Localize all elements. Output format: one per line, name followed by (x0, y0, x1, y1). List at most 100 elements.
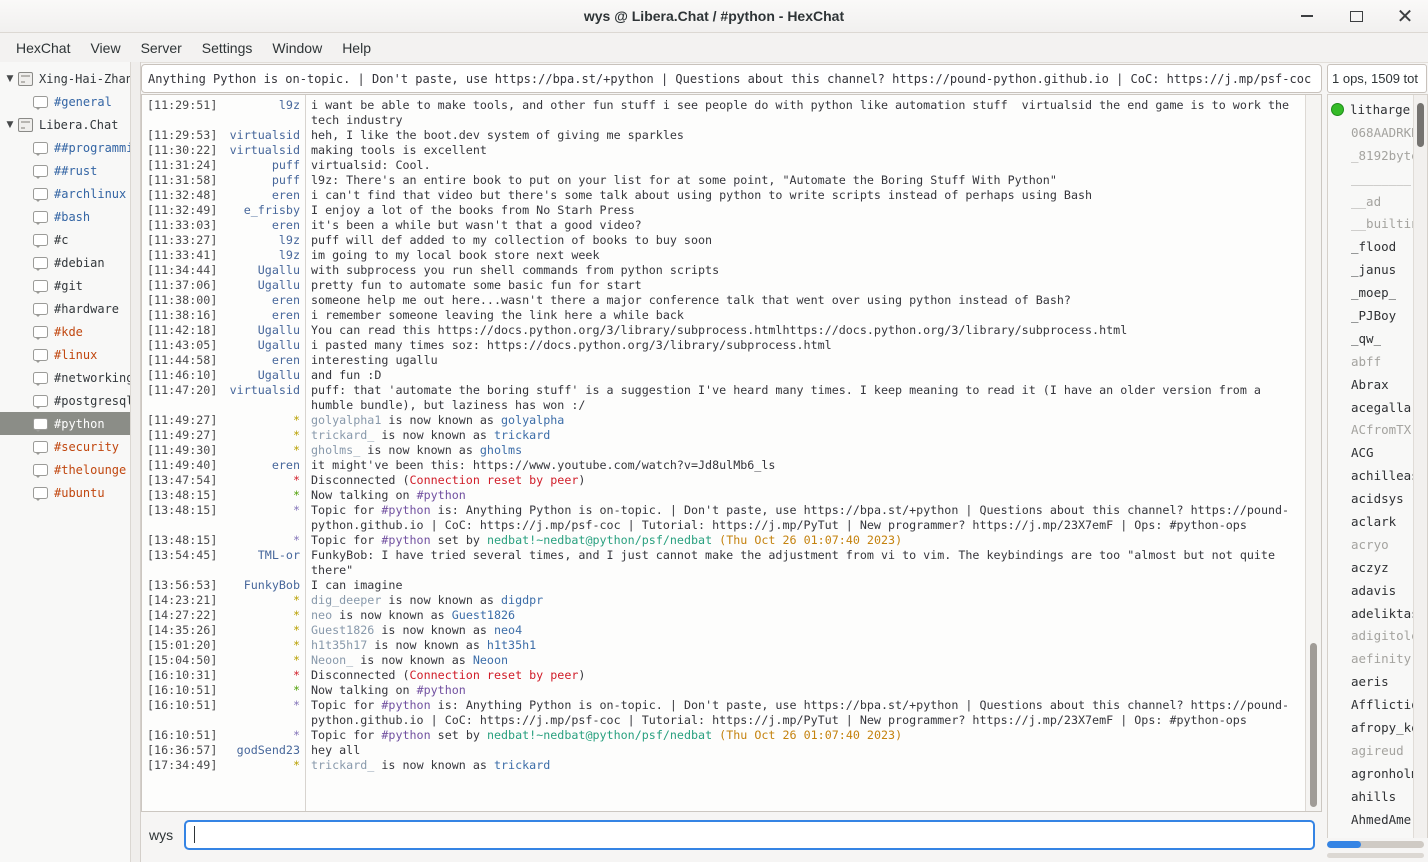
chat-log[interactable]: [11:29:51]l9zi want be able to make tool… (142, 95, 1305, 811)
channel-row-debian[interactable]: #debian (0, 251, 130, 274)
user-item[interactable]: _janus (1328, 258, 1413, 281)
channel-row-git[interactable]: #git (0, 274, 130, 297)
input-row: wys (141, 812, 1322, 862)
chat-scrollbar-thumb[interactable] (1310, 643, 1317, 808)
user-item[interactable]: litharge (1328, 98, 1413, 121)
user-item[interactable]: agireud (1328, 739, 1413, 762)
menu-item-help[interactable]: Help (332, 36, 381, 60)
chat-message-text: making tools is excellent (300, 143, 1305, 158)
user-item[interactable]: Abrax (1328, 373, 1413, 396)
topic-input[interactable]: Anything Python is on-topic. | Don't pas… (141, 64, 1322, 93)
user-item[interactable]: adigitole (1328, 624, 1413, 647)
chat-segment-chan: #python (381, 728, 430, 742)
server-row-XingHaiZhan[interactable]: ▼Xing-Hai-Zhan (0, 67, 130, 90)
expander-icon[interactable]: ▼ (2, 74, 18, 84)
tree-item-label: #general (54, 95, 112, 109)
menu-item-hexchat[interactable]: HexChat (6, 36, 80, 60)
user-item[interactable]: ACG (1328, 441, 1413, 464)
channel-row-bash[interactable]: #bash (0, 205, 130, 228)
user-item[interactable]: aclark (1328, 510, 1413, 533)
chat-line: [11:49:27]*golyalpha1 is now known as go… (142, 413, 1305, 428)
channel-icon (33, 303, 48, 315)
server-tree[interactable]: ▼Xing-Hai-Zhan #general ▼ Libera.Chat ##prog… (0, 62, 130, 862)
chat-line: [11:43:05]Ugallui pasted many times soz:… (142, 338, 1305, 353)
user-item[interactable]: aefinity (1328, 647, 1413, 670)
pane-divider[interactable] (130, 62, 141, 862)
titlebar[interactable]: wys @ Libera.Chat / #python - HexChat ✕ (0, 0, 1428, 33)
user-item[interactable]: abff (1328, 350, 1413, 373)
channel-row-networking[interactable]: #networking (0, 366, 130, 389)
chat-timestamp: [11:47:20] (142, 383, 225, 398)
chat-segment-chan: #python (417, 488, 466, 502)
user-item[interactable]: acegalla- (1328, 396, 1413, 419)
chat-nick: eren (225, 353, 300, 368)
user-item[interactable]: ________ (1328, 167, 1413, 190)
message-input[interactable] (184, 820, 1315, 850)
minimize-button[interactable] (1298, 7, 1316, 25)
channel-row-general[interactable]: #general (0, 90, 130, 113)
channel-row-hardware[interactable]: #hardware (0, 297, 130, 320)
channel-icon (33, 372, 48, 384)
channel-row-security[interactable]: #security (0, 435, 130, 458)
user-item[interactable]: acryo (1328, 533, 1413, 556)
maximize-button[interactable] (1347, 7, 1365, 25)
menu-item-view[interactable]: View (80, 36, 130, 60)
user-item[interactable]: 068AADRKN (1328, 121, 1413, 144)
userlist-scrollbar[interactable] (1413, 95, 1427, 838)
server-row-LiberaChat[interactable]: ▼ Libera.Chat (0, 113, 130, 136)
chat-timestamp: [16:10:51] (142, 728, 225, 743)
user-item[interactable]: _qw_ (1328, 327, 1413, 350)
channel-row-archlinux[interactable]: #archlinux (0, 182, 130, 205)
chat-timestamp: [11:29:53] (142, 128, 225, 143)
user-item[interactable]: afropy_ke (1328, 716, 1413, 739)
chat-message-text: h1t35h17 is now known as h1t35h1 (300, 638, 1305, 653)
chat-nick: * (225, 698, 300, 713)
user-item[interactable]: adavis (1328, 579, 1413, 602)
user-item[interactable]: acidsys (1328, 487, 1413, 510)
user-nick: aclark (1351, 514, 1396, 529)
user-item[interactable]: adeliktas (1328, 602, 1413, 625)
chat-segment-t: FunkyBob: I have tried several times, an… (311, 548, 1282, 577)
chat-timestamp: [16:36:57] (142, 743, 225, 758)
user-item[interactable]: Afflictio (1328, 693, 1413, 716)
nick-separator-line (305, 95, 306, 811)
chat-timestamp: [11:43:05] (142, 338, 225, 353)
chat-timestamp: [11:33:27] (142, 233, 225, 248)
user-item[interactable]: achilleas (1328, 464, 1413, 487)
userlist-scrollbar-thumb[interactable] (1417, 103, 1424, 147)
channel-row-postgresql[interactable]: #postgresql (0, 389, 130, 412)
channel-row-thelounge[interactable]: #thelounge (0, 458, 130, 481)
user-item[interactable]: _PJBoy (1328, 304, 1413, 327)
user-item[interactable]: aeris (1328, 670, 1413, 693)
chat-scrollbar[interactable] (1305, 95, 1321, 811)
user-item[interactable]: __builtin (1328, 212, 1413, 235)
chat-line: [17:34:49]*trickard_ is now known as tri… (142, 758, 1305, 773)
channel-row-linux[interactable]: #linux (0, 343, 130, 366)
chat-timestamp: [14:35:26] (142, 623, 225, 638)
user-item[interactable]: aczyz (1328, 556, 1413, 579)
menu-item-server[interactable]: Server (131, 36, 192, 60)
channel-row-programming[interactable]: ##programming (0, 136, 130, 159)
chat-message-text: I can imagine (300, 578, 1305, 593)
chat-message-text: virtualsid: Cool. (300, 158, 1305, 173)
channel-row-kde[interactable]: #kde (0, 320, 130, 343)
user-item[interactable]: _moep_ (1328, 281, 1413, 304)
user-item[interactable]: _flood (1328, 235, 1413, 258)
tree-item-label: Libera.Chat (39, 118, 118, 132)
channel-row-python[interactable]: #python (0, 412, 130, 435)
channel-row-c[interactable]: #c (0, 228, 130, 251)
close-button[interactable]: ✕ (1396, 7, 1414, 25)
user-item[interactable]: agronholm (1328, 762, 1413, 785)
user-list[interactable]: litharge068AADRKN_8192byte__________ad__… (1328, 95, 1413, 838)
channel-row-rust[interactable]: ##rust (0, 159, 130, 182)
user-item[interactable]: AhmedAmer (1328, 808, 1413, 831)
user-item[interactable]: __ad (1328, 190, 1413, 213)
menu-item-settings[interactable]: Settings (192, 36, 263, 60)
menu-item-window[interactable]: Window (262, 36, 332, 60)
user-item[interactable]: ACfromTX (1328, 418, 1413, 441)
channel-row-ubuntu[interactable]: #ubuntu (0, 481, 130, 504)
chat-segment-t: set by (431, 728, 487, 742)
user-item[interactable]: _8192byte (1328, 144, 1413, 167)
expander-icon[interactable]: ▼ (2, 120, 18, 130)
user-item[interactable]: ahills (1328, 785, 1413, 808)
